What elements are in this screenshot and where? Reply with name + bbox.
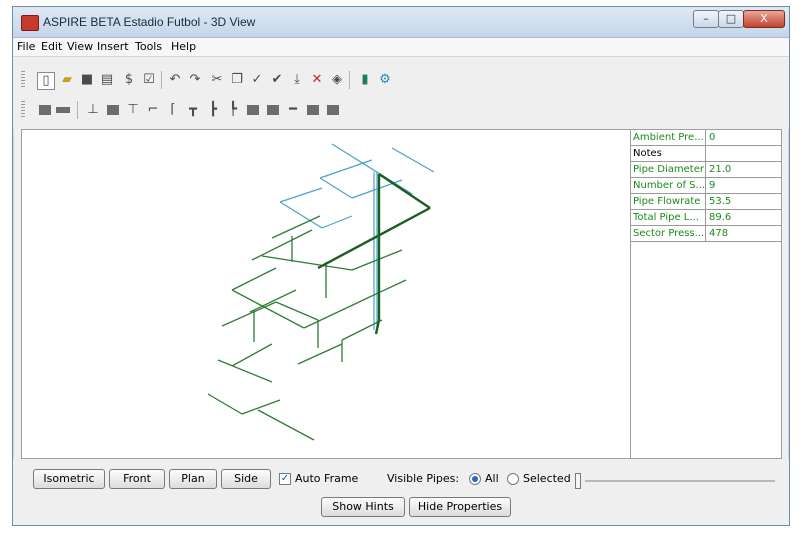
coupling-icon[interactable]	[245, 102, 261, 118]
property-key: Ambient Pre...	[631, 130, 706, 145]
copy-icon[interactable]: ❐	[229, 72, 245, 88]
valve-icon[interactable]: ⊥	[85, 102, 101, 118]
property-value[interactable]: 9	[707, 178, 779, 193]
menu-tools[interactable]: Tools	[135, 40, 162, 53]
property-value[interactable]: 0	[707, 130, 779, 145]
menu-help[interactable]: Help	[171, 40, 196, 53]
property-key: Number of S...	[633, 178, 706, 193]
property-key: Pipe Diameter	[631, 162, 706, 177]
pipe-long-icon[interactable]	[55, 102, 71, 118]
window-title: ASPIRE BETA Estadio Futbol - 3D View	[43, 15, 256, 29]
property-key: Pipe Flowrate	[631, 194, 706, 209]
cap-icon[interactable]	[265, 102, 281, 118]
toolbar-separator	[161, 71, 162, 89]
elbow-icon[interactable]: ⌐	[145, 102, 161, 118]
fitting-icon[interactable]	[105, 102, 121, 118]
open-folder-icon[interactable]: ▰	[59, 72, 75, 88]
pipe-network-drawing	[207, 143, 435, 441]
menu-insert[interactable]: Insert	[97, 40, 129, 53]
save-icon[interactable]: ■	[79, 72, 95, 88]
undo-icon[interactable]: ↶	[167, 72, 183, 88]
check-icon[interactable]: ✓	[249, 72, 265, 88]
reducer-alt-icon[interactable]: ┡	[225, 102, 241, 118]
check-double-icon[interactable]: ✔	[269, 72, 285, 88]
visibility-slider-thumb[interactable]	[575, 473, 581, 489]
visible-all-label: All	[485, 472, 499, 485]
property-row[interactable]: Pipe Diameter 21.0	[631, 162, 781, 178]
property-key: Sector Press...	[633, 226, 706, 241]
property-value[interactable]: 53.5	[707, 194, 779, 209]
visibility-slider-track[interactable]	[585, 480, 775, 482]
checklist-icon[interactable]: ☑	[141, 72, 157, 88]
toolbar-separator	[349, 71, 350, 89]
property-value[interactable]	[707, 146, 779, 161]
print-icon[interactable]: ▤	[99, 72, 115, 88]
pin-icon[interactable]: ◈	[329, 72, 345, 88]
redo-icon[interactable]: ↷	[187, 72, 203, 88]
show-hints-button[interactable]: Show Hints	[321, 497, 405, 517]
menu-view[interactable]: View	[67, 40, 93, 53]
property-row[interactable]: Sector Press... 478	[631, 226, 781, 242]
toolbar-grip[interactable]	[21, 101, 25, 119]
3d-viewport[interactable]	[21, 129, 631, 459]
property-key: Notes	[631, 146, 706, 161]
app-icon	[21, 15, 39, 31]
property-value[interactable]: 21.0	[707, 162, 779, 177]
property-row[interactable]: Pipe Flowrate 53.5	[631, 194, 781, 210]
visible-selected-label: Selected	[523, 472, 571, 485]
flange-icon[interactable]	[305, 102, 321, 118]
property-value[interactable]: 478	[707, 226, 779, 241]
view-controls: Isometric Front Plan Side ✓ Auto Frame V…	[13, 459, 789, 525]
export-icon[interactable]: ⤓	[289, 72, 305, 88]
auto-frame-label: Auto Frame	[295, 472, 359, 485]
property-row[interactable]: Total Pipe L... 89.6	[631, 210, 781, 226]
cyan-pipes	[279, 143, 435, 330]
property-row[interactable]: Ambient Pre... 0	[631, 130, 781, 146]
book-icon[interactable]: ▮	[357, 72, 373, 88]
cross-icon[interactable]: ┳	[185, 102, 201, 118]
dollar-icon[interactable]: $	[121, 72, 137, 88]
pipe-block-icon[interactable]	[37, 102, 53, 118]
toolbar-grip[interactable]	[21, 71, 25, 89]
menu-bar: File Edit View Insert Tools Help	[13, 38, 789, 57]
visible-all-radio[interactable]	[469, 473, 481, 485]
union-icon[interactable]	[325, 102, 341, 118]
delete-icon[interactable]: ✕	[309, 72, 325, 88]
property-row[interactable]: Notes	[631, 146, 781, 162]
network-icon[interactable]: ⚙	[377, 72, 393, 88]
new-document-icon[interactable]: ▯	[37, 72, 55, 90]
close-button[interactable]: X	[743, 10, 785, 28]
tee-icon[interactable]: ⊤	[125, 102, 141, 118]
plan-button[interactable]: Plan	[169, 469, 217, 489]
property-key: Total Pipe L...	[631, 210, 706, 225]
toolbar-area: ▯ ▰ ■ ▤ $ ☑ ↶ ↷ ✂ ❐ ✓ ✔ ⤓ ✕ ◈ ▮ ⚙ ⊥ ⊤ ⌐ …	[13, 57, 789, 129]
cut-icon[interactable]: ✂	[209, 72, 225, 88]
properties-panel: Ambient Pre... 0 Notes Pipe Diameter 21.…	[630, 129, 782, 459]
app-window: ASPIRE BETA Estadio Futbol - 3D View – □…	[12, 6, 790, 526]
maximize-button[interactable]: □	[718, 10, 744, 28]
menu-edit[interactable]: Edit	[41, 40, 62, 53]
straight-pipe-icon[interactable]: ━	[285, 102, 301, 118]
hide-properties-button[interactable]: Hide Properties	[409, 497, 511, 517]
title-bar: ASPIRE BETA Estadio Futbol - 3D View – □…	[13, 7, 789, 38]
toolbar-separator	[77, 101, 78, 119]
menu-file[interactable]: File	[17, 40, 35, 53]
property-value[interactable]: 89.6	[707, 210, 779, 225]
side-button[interactable]: Side	[221, 469, 271, 489]
property-row[interactable]: Number of S... 9	[631, 178, 781, 194]
elbow-alt-icon[interactable]: ⌈	[165, 102, 181, 118]
visible-selected-radio[interactable]	[507, 473, 519, 485]
isometric-button[interactable]: Isometric	[33, 469, 105, 489]
reducer-icon[interactable]: ┣	[205, 102, 221, 118]
minimize-button[interactable]: –	[693, 10, 719, 28]
front-button[interactable]: Front	[109, 469, 165, 489]
auto-frame-checkbox[interactable]: ✓	[279, 473, 291, 485]
visible-pipes-label: Visible Pipes:	[387, 472, 460, 485]
